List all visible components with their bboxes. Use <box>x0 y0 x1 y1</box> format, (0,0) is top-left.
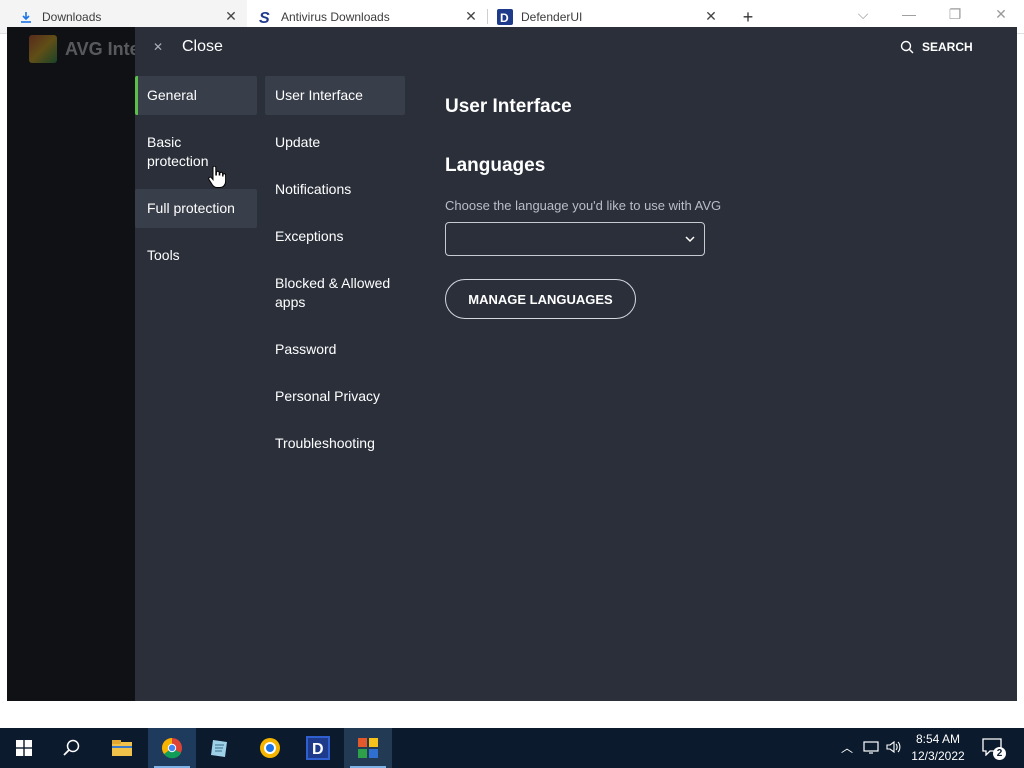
search-label: SEARCH <box>922 40 973 54</box>
close-tab-icon[interactable]: ✕ <box>703 8 719 24</box>
search-icon <box>900 40 914 54</box>
subnav-item-label: Blocked & Allowed apps <box>275 275 391 310</box>
search-button[interactable]: SEARCH <box>900 40 973 54</box>
subnav-item-exceptions[interactable]: Exceptions <box>265 217 405 256</box>
network-icon[interactable] <box>862 738 880 756</box>
chrome-icon[interactable] <box>148 728 196 768</box>
search-icon[interactable] <box>48 728 96 768</box>
chevron-down-icon[interactable]: ⌵ <box>849 3 877 25</box>
volume-icon[interactable] <box>885 738 903 756</box>
taskbar: D ︿ <box>0 728 1024 768</box>
avg-logo-text: AVG Inte <box>65 38 140 59</box>
subnav-item-label: Exceptions <box>275 228 344 244</box>
notification-icon[interactable]: 2 <box>982 738 1006 760</box>
close-window-icon[interactable]: ✕ <box>987 3 1015 25</box>
subnav-item-password[interactable]: Password <box>265 330 405 369</box>
avg-logo: AVG Inte <box>29 35 140 63</box>
section-title: Languages <box>445 155 546 176</box>
file-explorer-icon[interactable] <box>98 728 146 768</box>
system-clock[interactable]: 8:54 AM 12/3/2022 <box>908 731 968 765</box>
page-title: User Interface <box>445 96 572 117</box>
subnav-item-label: Troubleshooting <box>275 435 375 451</box>
clock-date: 12/3/2022 <box>911 749 965 763</box>
s-logo-icon: S <box>257 9 273 25</box>
subnav-item-label: Password <box>275 341 337 357</box>
close-icon[interactable]: ✕ <box>150 39 166 55</box>
hand-cursor-icon <box>208 166 226 188</box>
subnav-item-label: User Interface <box>275 87 363 103</box>
subnav-item-notifications[interactable]: Notifications <box>265 170 405 209</box>
subnav-item-user-interface[interactable]: User Interface <box>265 76 405 115</box>
plus-icon[interactable]: + <box>737 6 759 28</box>
subnav-item-label: Update <box>275 134 321 150</box>
nav-item-general[interactable]: General <box>135 76 257 115</box>
notepad-icon[interactable] <box>196 728 244 768</box>
nav-item-tools[interactable]: Tools <box>135 236 257 275</box>
nav-item-full-protection[interactable]: Full protection <box>135 189 257 228</box>
minimize-icon[interactable]: — <box>895 3 923 25</box>
subnav-item-personal-privacy[interactable]: Personal Privacy <box>265 377 405 416</box>
close-tab-icon[interactable]: ✕ <box>463 8 479 24</box>
nav-item-label: Tools <box>147 247 180 263</box>
clock-time: 8:54 AM <box>915 732 961 746</box>
chevron-up-icon[interactable]: ︿ <box>838 738 856 756</box>
tab-title: Antivirus Downloads <box>281 9 390 24</box>
svg-text:D: D <box>500 11 509 25</box>
restore-icon[interactable]: ❐ <box>941 3 969 25</box>
avg-icon[interactable] <box>344 728 392 768</box>
avg-logo-icon <box>29 35 57 63</box>
manage-languages-button[interactable]: MANAGE LANGUAGES <box>445 279 636 319</box>
subnav-item-blocked-allowed-apps[interactable]: Blocked & Allowed apps <box>265 264 405 322</box>
close-tab-icon[interactable]: ✕ <box>223 8 239 24</box>
download-icon <box>18 9 34 25</box>
d-logo-icon: D <box>497 8 513 25</box>
subnav-item-update[interactable]: Update <box>265 123 405 162</box>
language-description: Choose the language you'd like to use wi… <box>445 198 722 213</box>
close-label: Close <box>182 38 223 55</box>
language-select[interactable] <box>445 222 705 256</box>
notification-count: 2 <box>993 747 1006 760</box>
close-button[interactable]: ✕ Close <box>150 38 223 56</box>
chevron-down-icon <box>685 236 695 243</box>
tab-title: Downloads <box>42 9 102 24</box>
subnav-item-label: Notifications <box>275 181 352 197</box>
nav-item-label: Full protection <box>147 200 235 216</box>
tab-title: DefenderUI <box>521 9 583 24</box>
nav-item-basic-protection[interactable]: Basic protection <box>135 123 257 181</box>
defenderui-icon[interactable]: D <box>294 728 342 768</box>
subnav-item-troubleshooting[interactable]: Troubleshooting <box>265 424 405 463</box>
subnav-item-label: Personal Privacy <box>275 388 381 404</box>
svg-text:D: D <box>312 741 324 758</box>
svg-text:S: S <box>259 10 270 25</box>
browser-icon[interactable] <box>246 728 294 768</box>
nav-item-label: General <box>147 87 197 103</box>
windows-start-icon[interactable] <box>0 728 48 768</box>
